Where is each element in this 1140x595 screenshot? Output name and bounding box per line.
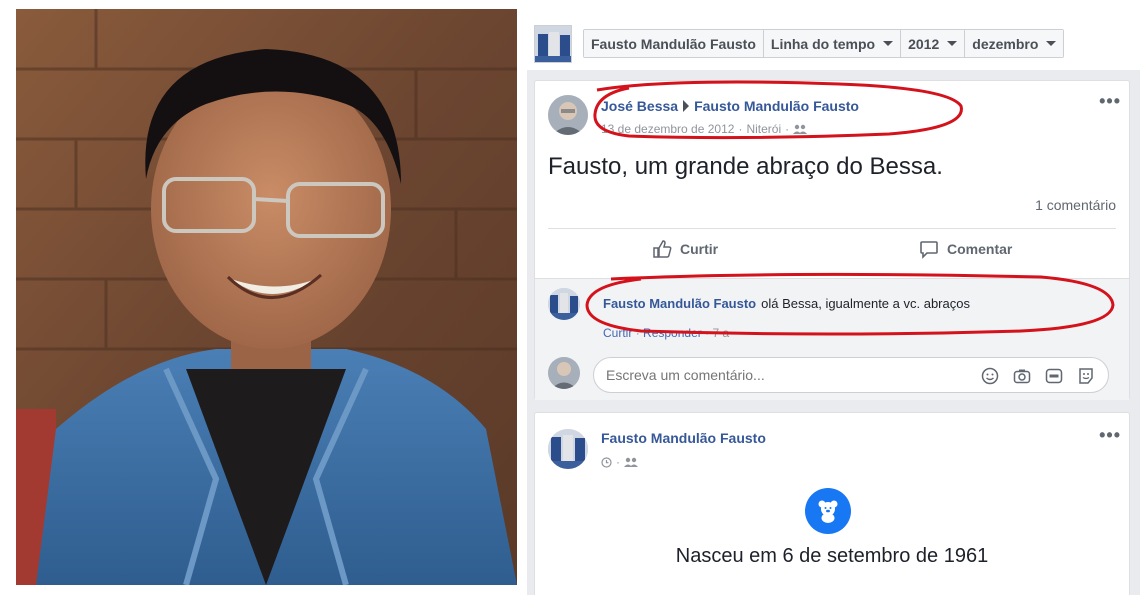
comments-count-link[interactable]: 1 comentário [1035, 197, 1116, 213]
divider [548, 228, 1116, 229]
sticker-icon[interactable] [1076, 366, 1096, 386]
comment-age[interactable]: 7 a [712, 326, 729, 340]
post-meta: 13 de dezembro de 2012 · Niterói · [601, 122, 808, 136]
comment-author-link[interactable]: Fausto Mandulão Fausto [603, 296, 756, 311]
profile-thumbnail-image [535, 26, 571, 62]
comment-input[interactable] [606, 367, 956, 383]
chevron-down-icon [883, 41, 894, 46]
comment-compose-box [593, 357, 1109, 393]
camera-icon[interactable] [1012, 366, 1032, 386]
comment-reply-link[interactable]: Responder [643, 326, 702, 340]
comment-actions: Curtir · Responder · 7 a [603, 326, 729, 340]
post-author-link[interactable]: José Bessa [601, 98, 678, 114]
avatar[interactable] [548, 95, 588, 135]
comment-separator: · [635, 326, 640, 340]
friends-audience-icon[interactable] [624, 457, 638, 467]
post-target-link[interactable]: Fausto Mandulão Fausto [694, 98, 859, 114]
post-author-link[interactable]: Fausto Mandulão Fausto [601, 430, 766, 446]
post-options-icon[interactable]: ••• [1099, 91, 1121, 112]
chevron-down-icon [1046, 41, 1057, 46]
avatar [548, 357, 580, 389]
friends-audience-icon[interactable] [793, 124, 808, 134]
portrait-photo [16, 9, 517, 585]
facebook-timeline-panel: Fausto Mandulão Fausto Linha do tempo 20… [527, 0, 1140, 595]
meta-separator: · [738, 122, 743, 136]
avatar-image [548, 288, 580, 320]
compose-icons [980, 366, 1096, 386]
avatar-image [548, 95, 588, 135]
post-card: Fausto Mandulão Fausto · ••• Nasceu em 6… [534, 412, 1130, 595]
post-date[interactable]: 13 de dezembro de 2012 [601, 122, 734, 136]
like-label: Curtir [680, 241, 719, 257]
post-text: Fausto, um grande abraço do Bessa. [548, 153, 943, 180]
breadcrumb-profile-name[interactable]: Fausto Mandulão Fausto [584, 30, 764, 57]
post-header: José Bessa Fausto Mandulão Fausto [601, 98, 859, 114]
comment-bubble: Fausto Mandulão Fausto olá Bessa, igualm… [593, 289, 980, 318]
portrait-image [16, 9, 517, 585]
gif-icon[interactable] [1044, 366, 1064, 386]
meta-separator: · [616, 455, 620, 469]
screenshot-root: Fausto Mandulão Fausto Linha do tempo 20… [0, 0, 1140, 595]
comment-text: olá Bessa, igualmente a vc. abraços [761, 296, 970, 311]
meta-separator: · [785, 122, 790, 136]
comment-separator: · [705, 326, 710, 340]
breadcrumb-year-dropdown[interactable]: 2012 [901, 30, 966, 57]
arrow-right-icon [683, 100, 690, 112]
thumbs-up-icon [653, 240, 672, 258]
comment-icon [920, 241, 938, 259]
life-event-text: Nasceu em 6 de setembro de 1961 [675, 545, 989, 567]
like-button[interactable]: Curtir [652, 239, 718, 259]
chevron-down-icon [947, 41, 958, 46]
timeline-breadcrumb: Fausto Mandulão Fausto Linha do tempo 20… [583, 29, 1065, 58]
avatar-image [548, 429, 588, 469]
avatar[interactable] [548, 288, 580, 320]
avatar-image [548, 357, 580, 389]
comment-like-link[interactable]: Curtir [603, 326, 632, 340]
post-location[interactable]: Niterói [746, 122, 781, 136]
timeline-header: Fausto Mandulão Fausto Linha do tempo 20… [527, 0, 1140, 70]
breadcrumb-section-dropdown[interactable]: Linha do tempo [763, 30, 902, 57]
teddy-bear-icon [805, 488, 851, 534]
post-card: José Bessa Fausto Mandulão Fausto 13 de … [534, 80, 1130, 400]
avatar[interactable] [548, 429, 588, 469]
post-meta: · [601, 455, 638, 469]
comment-label: Comentar [947, 241, 1013, 257]
breadcrumb-month-dropdown[interactable]: dezembro [965, 30, 1064, 57]
profile-thumbnail[interactable] [534, 25, 572, 63]
comments-section: Fausto Mandulão Fausto olá Bessa, igualm… [535, 278, 1129, 400]
clock-icon[interactable] [601, 456, 612, 468]
post-options-icon[interactable]: ••• [1099, 425, 1121, 446]
comment-button[interactable]: Comentar [919, 239, 1012, 259]
emoji-icon[interactable] [980, 366, 1000, 386]
